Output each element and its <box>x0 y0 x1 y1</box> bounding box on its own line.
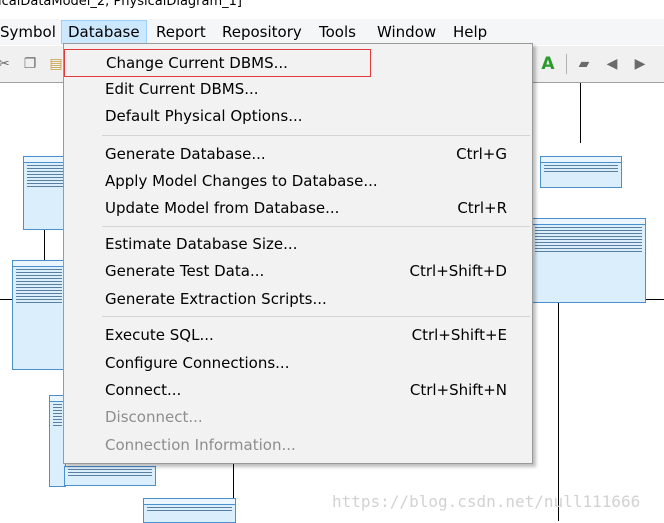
cut-icon[interactable]: ✂ <box>0 56 12 72</box>
menu-item-label: Update Model from Database... <box>105 199 340 217</box>
menu-item-change-current-dbms[interactable]: Change Current DBMS... <box>64 49 371 77</box>
link-line <box>558 299 559 521</box>
text-a-icon[interactable]: A <box>540 56 556 73</box>
menu-window[interactable]: Window <box>371 21 442 43</box>
menu-item-label: Connection Information... <box>105 436 296 454</box>
window-title: icalDataModel_2, PhysicalDiagram_1] <box>0 0 242 9</box>
menu-separator <box>102 226 530 227</box>
menu-item-label: Edit Current DBMS... <box>105 80 259 98</box>
menu-item-label: Execute SQL... <box>105 326 214 344</box>
menu-item-connection-information: Connection Information... <box>64 432 532 459</box>
folder-icon[interactable]: ▰ <box>576 56 592 72</box>
copy-icon[interactable]: ❐ <box>22 56 38 72</box>
menu-item-shortcut: Ctrl+Shift+E <box>411 326 507 344</box>
menu-item-generate-extraction-scripts[interactable]: Generate Extraction Scripts... <box>64 286 532 313</box>
window-title-bar: icalDataModel_2, PhysicalDiagram_1] <box>0 0 664 18</box>
menu-item-label: Apply Model Changes to Database... <box>105 172 378 190</box>
menu-item-generate-database[interactable]: Generate Database... Ctrl+G <box>64 141 532 168</box>
menu-item-label: Change Current DBMS... <box>106 54 288 72</box>
menu-item-label: Generate Database... <box>105 145 266 163</box>
menu-report[interactable]: Report <box>150 21 212 43</box>
entity-table[interactable] <box>64 466 156 486</box>
paste-icon[interactable]: ▤ <box>48 56 64 72</box>
menu-symbol[interactable]: Symbol <box>0 21 62 43</box>
menu-item-execute-sql[interactable]: Execute SQL... Ctrl+Shift+E <box>64 322 532 349</box>
entity-table[interactable] <box>23 156 67 230</box>
menu-item-generate-test-data[interactable]: Generate Test Data... Ctrl+Shift+D <box>64 258 532 285</box>
entity-table[interactable] <box>143 498 236 523</box>
menu-item-configure-connections[interactable]: Configure Connections... <box>64 350 532 377</box>
menu-help[interactable]: Help <box>447 21 493 43</box>
entity-table[interactable] <box>540 156 622 188</box>
menu-item-shortcut: Ctrl+Shift+D <box>409 262 507 280</box>
menu-item-shortcut: Ctrl+Shift+N <box>409 381 507 399</box>
menu-item-shortcut: Ctrl+R <box>457 199 507 217</box>
menu-item-label: Generate Extraction Scripts... <box>105 290 327 308</box>
arrow-right-icon[interactable]: ▶ <box>632 56 648 72</box>
menu-item-label: Configure Connections... <box>105 354 290 372</box>
menu-item-label: Default Physical Options... <box>105 107 303 125</box>
menu-item-disconnect: Disconnect... <box>64 404 532 431</box>
menu-item-label: Estimate Database Size... <box>105 235 298 253</box>
entity-table[interactable] <box>531 218 646 303</box>
menu-item-update-model-from-database[interactable]: Update Model from Database... Ctrl+R <box>64 195 532 222</box>
menu-item-estimate-database-size[interactable]: Estimate Database Size... <box>64 231 532 258</box>
menu-database[interactable]: Database <box>61 20 147 44</box>
database-menu-dropdown: Change Current DBMS... Edit Current DBMS… <box>63 43 533 464</box>
menu-item-connect[interactable]: Connect... Ctrl+Shift+N <box>64 377 532 404</box>
menu-separator <box>102 316 530 317</box>
menu-tools[interactable]: Tools <box>313 21 362 43</box>
menu-item-apply-model-changes[interactable]: Apply Model Changes to Database... <box>64 168 532 195</box>
menu-bar: Symbol Database Report Repository Tools … <box>0 19 664 45</box>
menu-item-edit-current-dbms[interactable]: Edit Current DBMS... <box>64 76 532 103</box>
toolbar-separator <box>566 54 567 74</box>
menu-item-shortcut: Ctrl+G <box>456 145 507 163</box>
menu-separator <box>102 135 530 136</box>
menu-item-label: Disconnect... <box>105 408 203 426</box>
watermark: https://blog.csdn.net/null111666 <box>332 492 641 511</box>
menu-item-label: Generate Test Data... <box>105 262 265 280</box>
entity-table[interactable] <box>12 260 66 370</box>
menu-repository[interactable]: Repository <box>216 21 308 43</box>
menu-item-label: Connect... <box>105 381 182 399</box>
menu-item-default-physical-options[interactable]: Default Physical Options... <box>64 103 532 130</box>
link-line <box>580 83 581 143</box>
arrow-left-icon[interactable]: ◀ <box>604 56 620 72</box>
